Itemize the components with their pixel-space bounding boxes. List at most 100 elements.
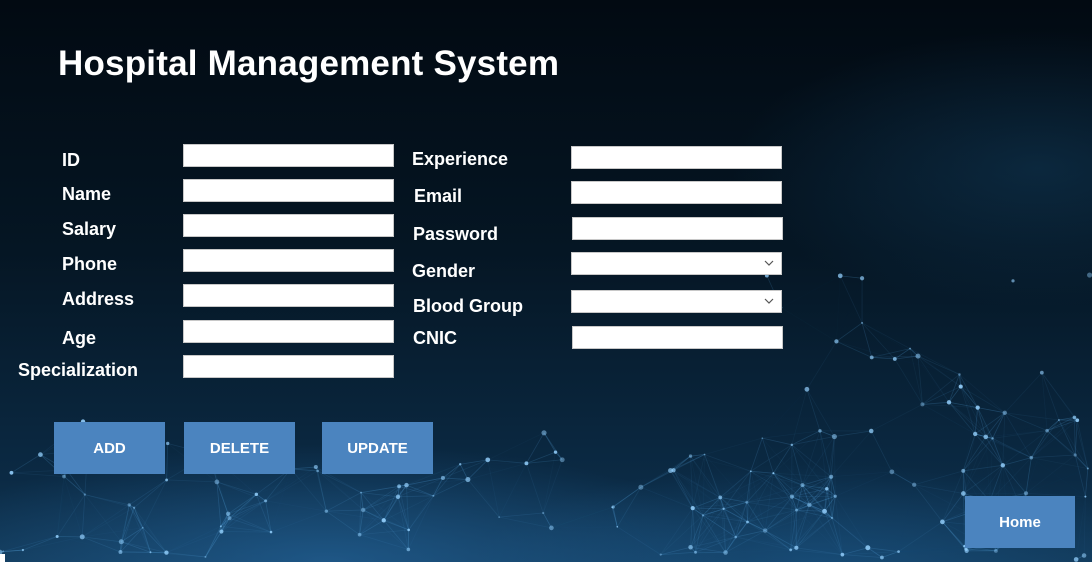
network-link	[702, 454, 705, 516]
network-node	[975, 405, 980, 410]
network-node	[549, 525, 554, 531]
network-link	[781, 276, 840, 308]
network-link	[899, 485, 915, 552]
network-node	[830, 516, 834, 520]
network-node	[395, 494, 401, 500]
window-corner-mark	[0, 554, 5, 562]
network-node	[789, 494, 794, 499]
network-node	[165, 478, 169, 482]
network-node	[1086, 272, 1092, 278]
network-link	[499, 512, 544, 518]
password-label: Password	[413, 224, 499, 244]
network-node	[553, 450, 558, 454]
network-node	[946, 400, 952, 405]
gender-dropdown[interactable]	[571, 252, 782, 275]
network-link	[914, 470, 964, 486]
network-node	[734, 535, 738, 539]
address-field[interactable]	[183, 284, 394, 307]
network-node	[1075, 418, 1080, 423]
age-field[interactable]	[183, 320, 394, 343]
network-link	[359, 486, 400, 535]
network-link	[265, 470, 318, 502]
network-node	[859, 276, 865, 281]
network-link	[133, 479, 167, 509]
network-link	[433, 496, 499, 517]
network-link	[227, 494, 257, 515]
network-node	[834, 339, 839, 344]
network-node	[829, 474, 834, 479]
network-link	[806, 389, 821, 432]
network-link	[839, 275, 863, 324]
network-link	[326, 509, 364, 512]
network-link	[265, 500, 272, 533]
network-link	[551, 527, 617, 528]
network-link	[898, 521, 943, 552]
phone-field[interactable]	[183, 249, 394, 272]
network-node	[973, 431, 978, 437]
network-link	[221, 531, 272, 533]
email-label: Email	[414, 186, 463, 206]
network-node	[465, 477, 471, 483]
add-button[interactable]: ADD	[54, 422, 165, 474]
delete-button[interactable]: DELETE	[184, 422, 295, 474]
network-link	[129, 479, 167, 506]
network-node	[638, 484, 644, 490]
network-node	[357, 532, 362, 537]
network-link	[271, 469, 291, 532]
network-node	[1029, 455, 1034, 460]
network-link	[265, 500, 327, 512]
network-node	[833, 494, 837, 498]
network-node	[360, 491, 362, 494]
network-link	[871, 431, 914, 485]
network-node	[1072, 415, 1077, 420]
network-link	[1026, 469, 1088, 494]
password-field[interactable]	[572, 217, 783, 240]
name-field[interactable]	[183, 179, 394, 202]
network-link	[359, 534, 409, 550]
blood-group-dropdown[interactable]	[571, 290, 782, 313]
network-link	[747, 438, 762, 502]
network-link	[216, 481, 257, 495]
update-button[interactable]: UPDATE	[322, 422, 433, 474]
network-link	[909, 348, 960, 375]
network-link	[640, 455, 691, 488]
name-label: Name	[62, 184, 112, 204]
network-node	[406, 547, 411, 552]
network-node	[690, 506, 695, 511]
network-node	[1039, 370, 1044, 375]
experience-field[interactable]	[571, 146, 782, 169]
network-node	[869, 355, 874, 360]
network-node	[961, 468, 966, 473]
network-link	[487, 432, 545, 461]
id-field[interactable]	[183, 144, 394, 167]
network-node	[21, 548, 25, 552]
network-link	[81, 494, 86, 537]
network-link	[861, 322, 911, 349]
specialization-field[interactable]	[183, 355, 394, 378]
network-node	[79, 534, 85, 540]
network-link	[872, 357, 923, 404]
network-node	[789, 548, 793, 552]
network-node	[118, 539, 124, 545]
network-node	[141, 526, 144, 529]
network-link	[1025, 457, 1032, 494]
network-link	[871, 403, 923, 432]
home-button[interactable]: Home	[965, 496, 1075, 548]
network-link	[836, 276, 840, 342]
network-link	[942, 521, 965, 547]
network-link	[1074, 417, 1076, 456]
network-node	[701, 514, 705, 517]
network-link	[833, 436, 836, 497]
salary-field[interactable]	[183, 214, 394, 237]
network-node	[840, 552, 845, 557]
network-node	[227, 516, 232, 521]
network-link	[64, 476, 82, 536]
email-field[interactable]	[571, 181, 782, 204]
cnic-field[interactable]	[572, 326, 783, 349]
network-link	[256, 471, 317, 494]
network-link	[1005, 413, 1075, 418]
network-node	[397, 484, 402, 489]
network-node	[865, 545, 871, 551]
network-node	[1023, 491, 1029, 496]
network-link	[690, 508, 694, 548]
